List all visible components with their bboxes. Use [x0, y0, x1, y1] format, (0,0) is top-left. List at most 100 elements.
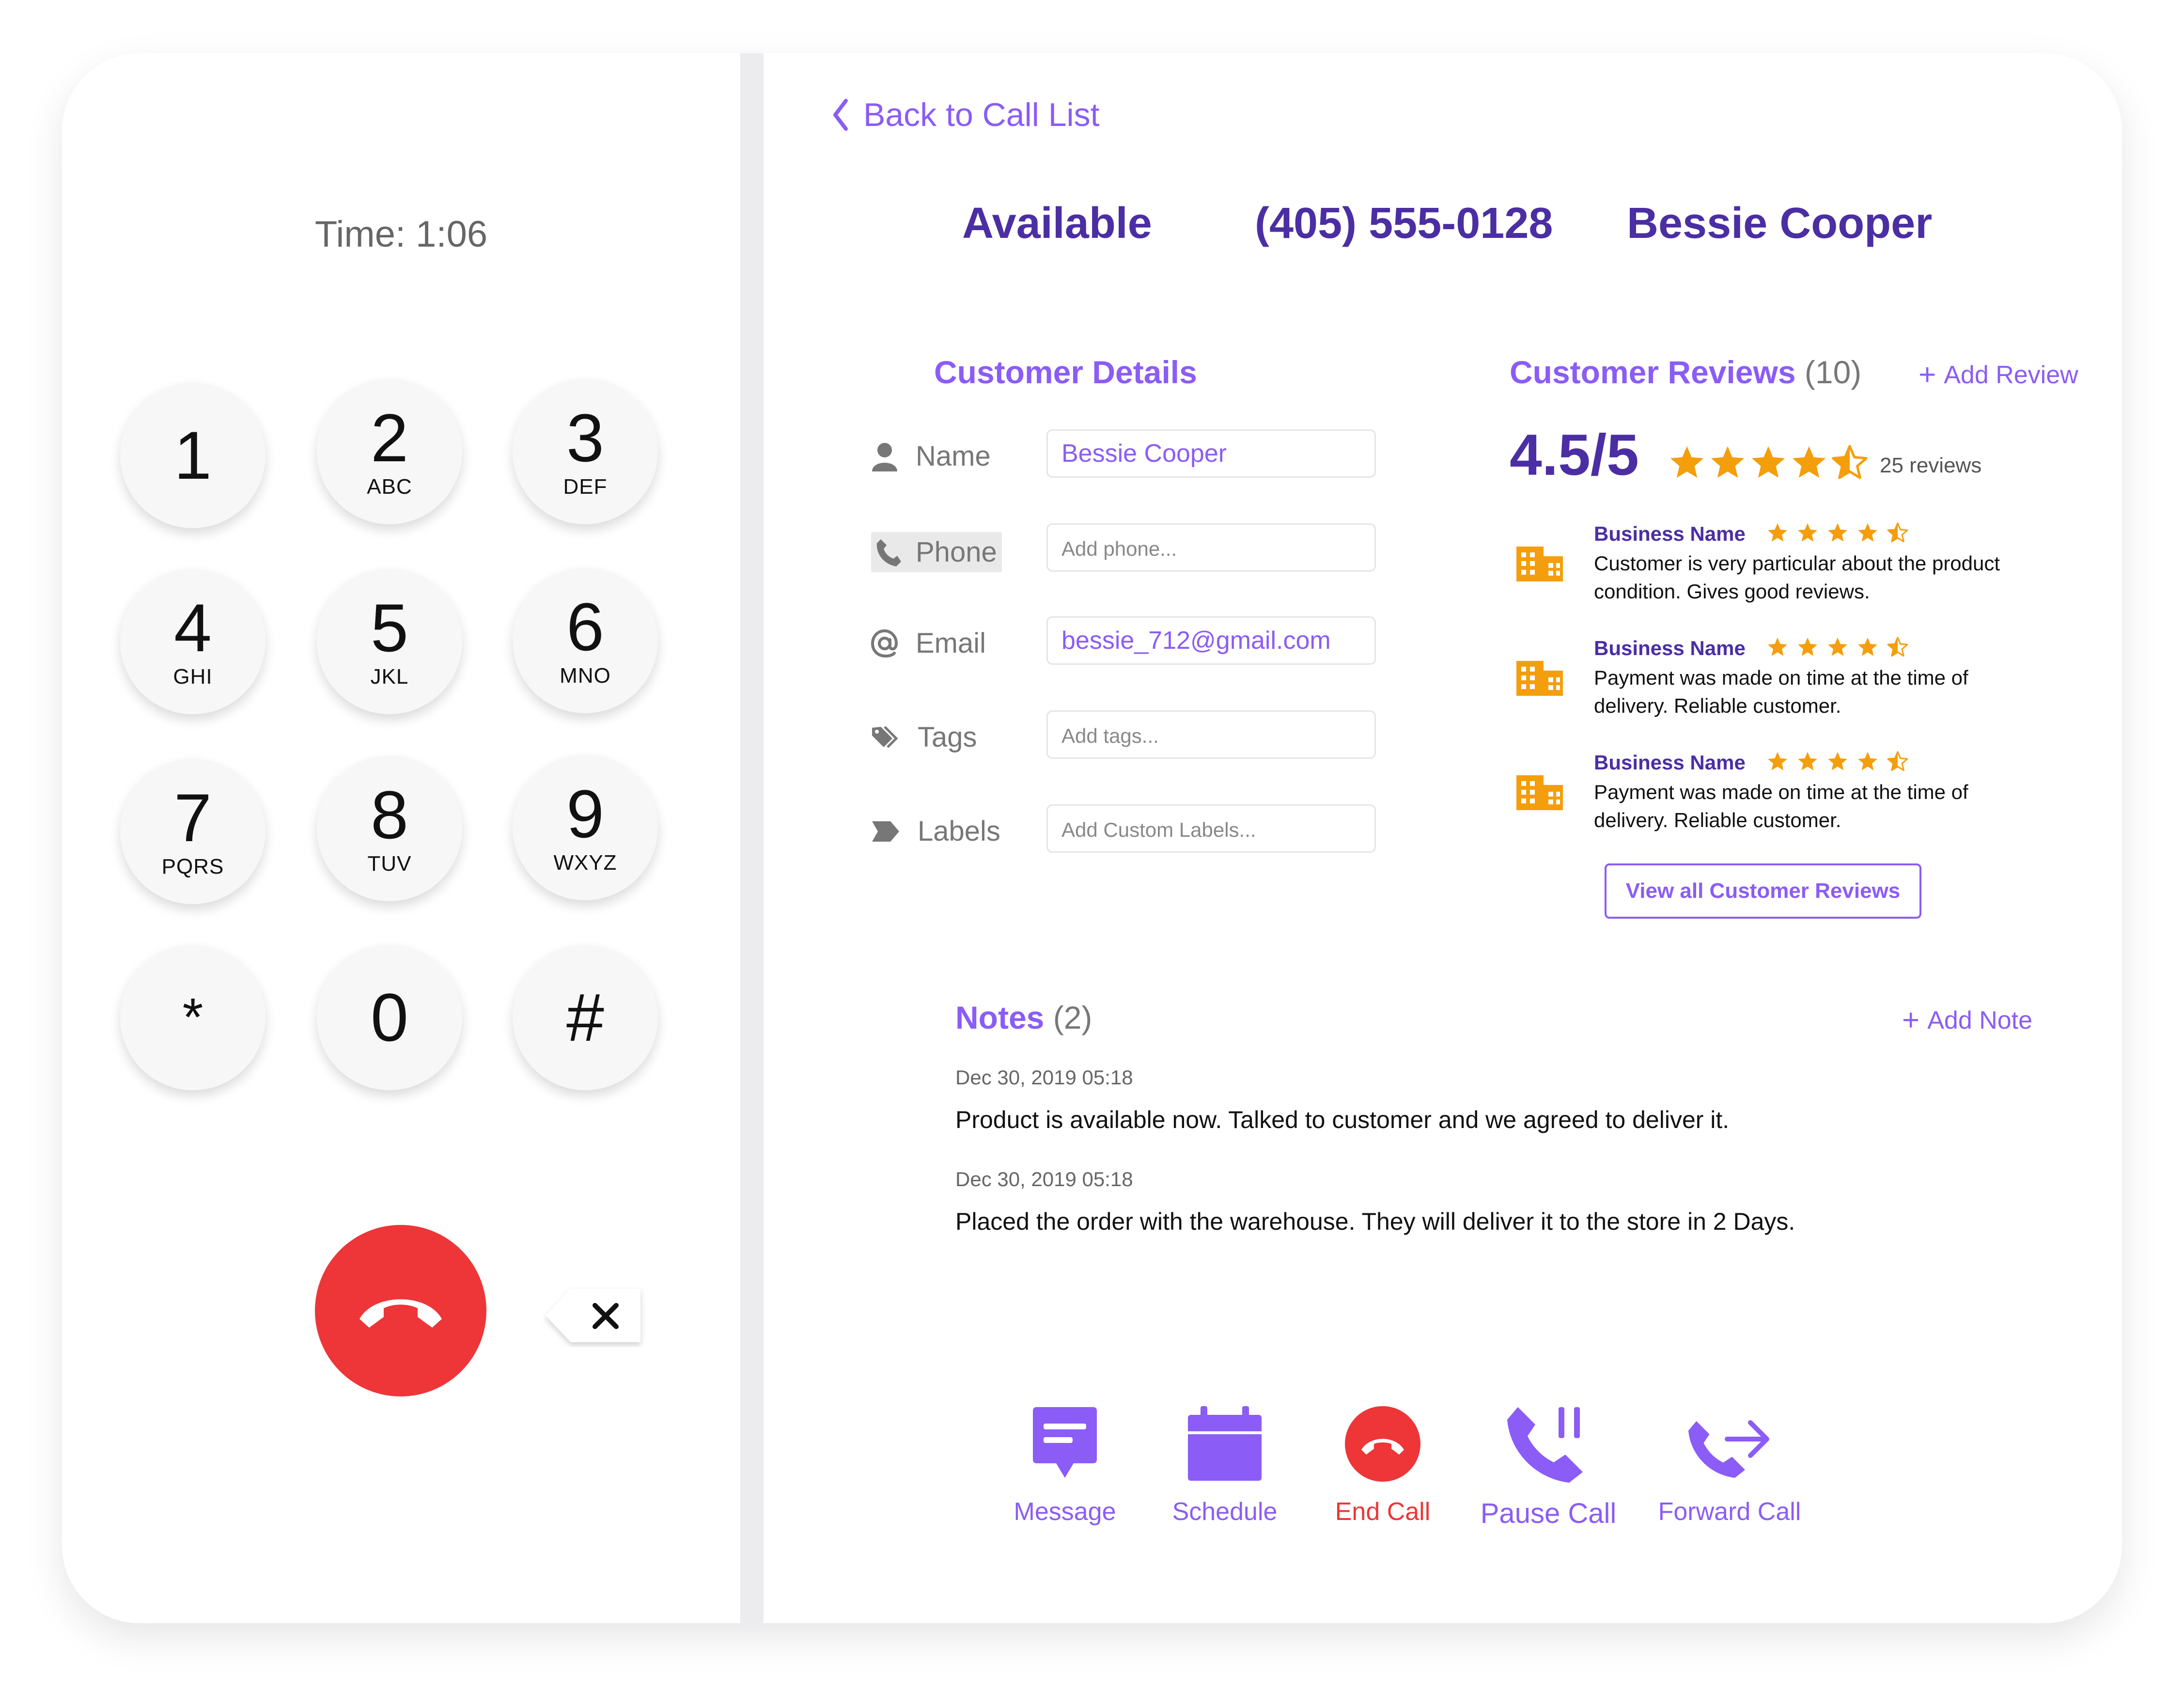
star-filled-icon — [1858, 752, 1877, 770]
labels-label: Labels — [918, 815, 1000, 847]
hang-up-icon — [359, 1299, 442, 1328]
overall-rating-stars — [1669, 445, 1868, 482]
customer-reviews-title: Customer Reviews (10) — [1510, 354, 1862, 390]
end-call-button[interactable] — [315, 1225, 486, 1396]
star-filled-icon — [1768, 637, 1787, 656]
star-filled-icon — [1828, 637, 1847, 656]
overall-rating: 4.5/5 — [1510, 423, 1639, 487]
review-stars — [1767, 751, 1908, 774]
star-filled-icon — [1792, 446, 1826, 478]
pause-call-action[interactable]: Pause Call — [1471, 1405, 1626, 1530]
view-all-reviews-button[interactable]: View all Customer Reviews — [1605, 863, 1921, 919]
caller-phone: (405) 555-0128 — [1255, 199, 1553, 248]
message-icon — [1033, 1407, 1097, 1478]
note-date: Dec 30, 2019 05:18 — [955, 1168, 1133, 1191]
schedule-action[interactable]: Schedule — [1147, 1405, 1302, 1526]
business-icon — [1516, 775, 1563, 810]
dial-key-0[interactable]: 0 — [317, 945, 462, 1090]
note-date: Dec 30, 2019 05:18 — [955, 1066, 1133, 1089]
person-icon — [872, 442, 897, 471]
email-label: Email — [916, 627, 986, 659]
email-field-row: Email — [871, 616, 1394, 670]
dial-key-2[interactable]: 2 ABC — [317, 379, 462, 524]
tags-field-row: Tags — [871, 710, 1394, 764]
call-status: Available — [962, 199, 1152, 248]
star-rating-icon — [1768, 637, 1908, 657]
review-business-name: Business Name — [1594, 637, 1746, 659]
star-filled-icon — [1768, 752, 1787, 770]
star-filled-icon — [1858, 637, 1877, 656]
notes-count: (2) — [1053, 1000, 1092, 1035]
star-filled-icon — [1711, 446, 1745, 478]
dial-key-6[interactable]: 6 MNO — [513, 568, 658, 713]
backspace-icon — [546, 1289, 640, 1342]
phone-field-row: Phone — [871, 523, 1394, 577]
star-rating-icon — [1768, 751, 1908, 771]
chevron-left-icon — [833, 99, 848, 131]
dial-key-5[interactable]: 5 JKL — [317, 569, 462, 714]
dial-key-7[interactable]: 7 PQRS — [120, 759, 265, 904]
review-business-name: Business Name — [1594, 751, 1746, 774]
name-input[interactable] — [1046, 429, 1376, 478]
dial-key-1[interactable]: 1 — [120, 383, 265, 528]
caller-name: Bessie Cooper — [1627, 199, 1933, 248]
tags-input[interactable] — [1046, 710, 1376, 759]
app-window: Time: 1:06 1 2 ABC 3 DEF 4 GHI 5 JKL 6 MNO 7P… — [62, 53, 2122, 1623]
reviews-count: (10) — [1804, 354, 1862, 390]
review-text: Payment was made on time at the time of … — [1594, 666, 1968, 717]
message-action[interactable]: Message — [987, 1405, 1142, 1526]
dial-key-9[interactable]: 9 WXYZ — [513, 755, 658, 900]
dialpad-panel: Time: 1:06 1 2 ABC 3 DEF 4 GHI 5 JKL 6 MNO 7P… — [62, 53, 740, 1623]
labels-field-row: Labels — [871, 804, 1394, 858]
notes-title: Notes (2) — [955, 1000, 1092, 1035]
end-call-action[interactable]: End Call — [1305, 1405, 1460, 1526]
star-filled-icon — [1670, 446, 1704, 478]
business-icon — [1516, 547, 1563, 581]
customer-panel: Back to Call List Available (405) 555-01… — [764, 53, 2122, 1623]
phone-label: Phone — [916, 536, 997, 568]
backspace-button[interactable] — [542, 1284, 646, 1347]
plus-icon: + — [1919, 358, 1936, 392]
email-input[interactable] — [1046, 616, 1376, 665]
star-filled-icon — [1828, 523, 1847, 542]
phone-input[interactable] — [1046, 523, 1376, 572]
star-filled-icon — [1751, 446, 1785, 478]
name-label: Name — [916, 440, 991, 472]
back-label: Back to Call List — [863, 96, 1100, 133]
star-filled-icon — [1798, 523, 1817, 542]
hang-up-icon — [1345, 1406, 1420, 1482]
star-filled-icon — [1858, 523, 1877, 542]
tags-label: Tags — [918, 721, 977, 753]
call-timer: Time: 1:06 — [314, 214, 488, 255]
forward-call-action[interactable]: Forward Call — [1652, 1405, 1807, 1526]
star-filled-icon — [1828, 752, 1847, 770]
label-icon — [872, 821, 899, 842]
business-icon — [1516, 661, 1563, 696]
dial-key-star[interactable]: * — [120, 945, 265, 1090]
dial-key-8[interactable]: 8 TUV — [317, 756, 462, 901]
star-rating-icon — [1768, 522, 1908, 543]
review-business-name: Business Name — [1594, 522, 1746, 545]
review-text: Payment was made on time at the time of … — [1594, 781, 1968, 831]
review-stars — [1767, 522, 1908, 545]
review-count: 25 reviews — [1880, 454, 1982, 477]
labels-input[interactable] — [1046, 804, 1376, 853]
star-filled-icon — [1798, 752, 1817, 770]
add-review-link[interactable]: + Add Review — [1919, 358, 2078, 392]
at-sign-icon — [871, 629, 898, 658]
plus-icon: + — [1902, 1003, 1920, 1037]
star-filled-icon — [1798, 637, 1817, 656]
dial-key-3[interactable]: 3 DEF — [513, 379, 658, 524]
dial-key-hash[interactable]: # — [513, 945, 658, 1090]
star-filled-icon — [1768, 523, 1787, 542]
phone-icon — [876, 539, 901, 566]
add-note-link[interactable]: + Add Note — [1902, 1003, 2032, 1037]
review-stars — [1767, 637, 1908, 659]
customer-details-title: Customer Details — [934, 354, 1197, 390]
dial-key-4[interactable]: 4 GHI — [120, 569, 265, 714]
name-field-row: Name — [871, 429, 1394, 483]
note-text: Product is available now. Talked to cust… — [955, 1106, 1730, 1133]
back-to-call-list-link[interactable]: Back to Call List — [831, 96, 1100, 134]
phone-forward-icon — [1688, 1420, 1769, 1478]
review-text: Customer is very particular about the pr… — [1594, 552, 2000, 603]
